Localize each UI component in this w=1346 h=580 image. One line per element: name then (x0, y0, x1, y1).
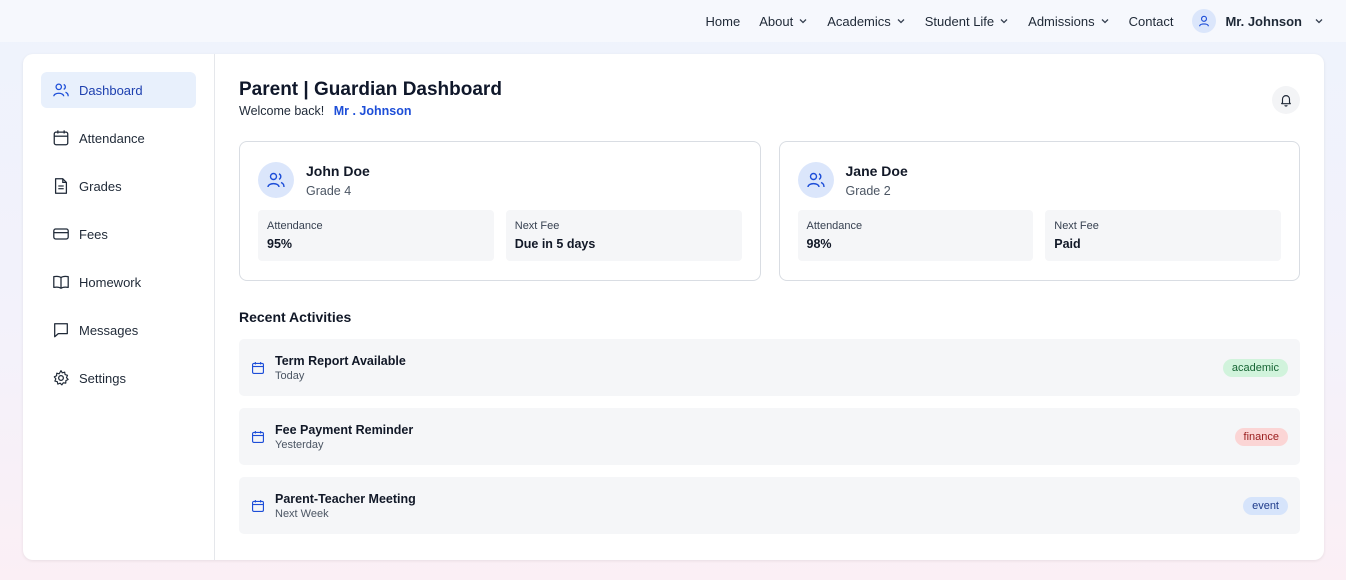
sidebar-item-dashboard[interactable]: Dashboard (41, 72, 196, 108)
sidebar-item-messages[interactable]: Messages (41, 312, 196, 348)
child-name: John Doe (306, 162, 370, 179)
child-stats: Attendance 95% Next Fee Due in 5 days (258, 210, 742, 261)
nav-label: Academics (827, 13, 891, 29)
sidebar: Dashboard Attendance Grades Fees Homewor… (23, 54, 215, 560)
credit-card-icon (53, 228, 69, 240)
activity-item[interactable]: Fee Payment Reminder Yesterday finance (239, 408, 1300, 465)
child-header: Jane Doe Grade 2 (797, 162, 1282, 198)
users-icon (53, 83, 69, 97)
sidebar-item-homework[interactable]: Homework (41, 264, 196, 300)
welcome-text: Welcome back! (239, 104, 325, 118)
calendar-icon (252, 430, 264, 443)
user-menu[interactable]: Mr. Johnson (1192, 9, 1324, 33)
main-content: Parent | Guardian Dashboard Welcome back… (215, 54, 1324, 560)
users-icon (267, 172, 285, 188)
calendar-icon (53, 130, 69, 146)
child-stats: Attendance 98% Next Fee Paid (797, 210, 1281, 261)
next-fee-stat: Next Fee Due in 5 days (505, 210, 742, 261)
bell-icon (1281, 95, 1291, 107)
stat-label: Attendance (806, 220, 863, 232)
attendance-stat: Attendance 98% (797, 210, 1034, 261)
child-grade: Grade 2 (845, 183, 891, 198)
user-icon (1199, 15, 1210, 27)
child-name: Jane Doe (845, 162, 908, 179)
sidebar-item-label: Grades (79, 178, 122, 194)
nav-about[interactable]: About (759, 14, 808, 29)
activity-title: Term Report Available (275, 353, 406, 368)
chevron-down-icon (1101, 19, 1109, 24)
activity-title: Parent-Teacher Meeting (275, 491, 416, 506)
child-header: John Doe Grade 4 (258, 162, 742, 198)
stat-value: Due in 5 days (514, 237, 596, 251)
section-title: Recent Activities (239, 309, 352, 325)
stat-value: 95% (267, 237, 293, 251)
children-cards: John Doe Grade 4 Attendance 95% Next Fee… (239, 141, 1300, 281)
sidebar-item-fees[interactable]: Fees (41, 216, 196, 252)
tag-badge: event (1243, 496, 1288, 515)
sidebar-item-attendance[interactable]: Attendance (41, 120, 196, 156)
sidebar-item-label: Attendance (79, 130, 145, 146)
notifications-button[interactable] (1272, 86, 1300, 114)
sidebar-item-label: Fees (79, 226, 108, 242)
child-grade: Grade 4 (306, 183, 352, 198)
child-card[interactable]: Jane Doe Grade 2 Attendance 98% Next Fee… (778, 141, 1300, 281)
nav-label: Student Life (924, 13, 995, 29)
chevron-down-icon (1315, 19, 1323, 24)
avatar (1192, 9, 1217, 33)
stat-label: Next Fee (514, 220, 560, 232)
book-icon (53, 275, 69, 289)
activity-item[interactable]: Parent-Teacher Meeting Next Week event (239, 477, 1300, 534)
child-card[interactable]: John Doe Grade 4 Attendance 95% Next Fee… (239, 141, 761, 281)
chevron-down-icon (799, 19, 807, 24)
nav-label: Contact (1128, 13, 1174, 29)
nav-label: Admissions (1028, 13, 1095, 29)
sidebar-item-grades[interactable]: Grades (41, 168, 196, 204)
nav-contact[interactable]: Contact (1129, 14, 1174, 29)
next-fee-stat: Next Fee Paid (1045, 210, 1281, 261)
sidebar-item-label: Dashboard (79, 82, 143, 98)
users-icon (806, 172, 825, 188)
avatar (258, 162, 294, 198)
activity-title: Fee Payment Reminder (275, 422, 414, 437)
calendar-icon (252, 361, 264, 374)
activity-list: Term Report Available Today academic Fee… (239, 339, 1300, 534)
activity-date: Next Week (275, 507, 329, 520)
dashboard-shell: Dashboard Attendance Grades Fees Homewor… (23, 54, 1324, 560)
stat-value: 98% (806, 237, 832, 251)
nav-label: Home (705, 13, 741, 29)
nav-academics[interactable]: Academics (827, 14, 906, 29)
activity-date: Yesterday (275, 438, 324, 451)
stat-value: Paid (1054, 237, 1081, 251)
attendance-stat: Attendance 95% (258, 210, 494, 261)
stat-label: Attendance (267, 220, 323, 232)
nav-student-life[interactable]: Student Life (925, 14, 1009, 29)
nav-label: About (759, 13, 794, 29)
sidebar-item-settings[interactable]: Settings (41, 360, 196, 396)
nav-admissions[interactable]: Admissions (1028, 14, 1109, 29)
activity-date: Today (275, 369, 305, 382)
message-icon (54, 323, 68, 338)
welcome-name: Mr . Johnson (333, 104, 412, 118)
avatar (797, 162, 834, 198)
tag-badge: academic (1222, 358, 1288, 377)
user-name: Mr. Johnson (1225, 13, 1302, 29)
page-title: Parent | Guardian Dashboard (239, 79, 502, 100)
sidebar-item-label: Messages (79, 322, 139, 338)
chevron-down-icon (1000, 19, 1008, 24)
sidebar-item-label: Settings (79, 370, 126, 386)
stat-label: Next Fee (1054, 220, 1099, 232)
activity-item[interactable]: Term Report Available Today academic (239, 339, 1300, 396)
gear-icon (53, 370, 69, 386)
welcome-message: Welcome back! Mr . Johnson (239, 104, 1300, 118)
document-icon (54, 178, 68, 194)
nav-home[interactable]: Home (706, 14, 741, 29)
top-navigation: Home About Academics Student Life Admiss… (0, 0, 1346, 42)
calendar-icon (252, 499, 264, 512)
sidebar-item-label: Homework (79, 274, 142, 290)
chevron-down-icon (897, 19, 905, 24)
tag-badge: finance (1234, 427, 1288, 446)
